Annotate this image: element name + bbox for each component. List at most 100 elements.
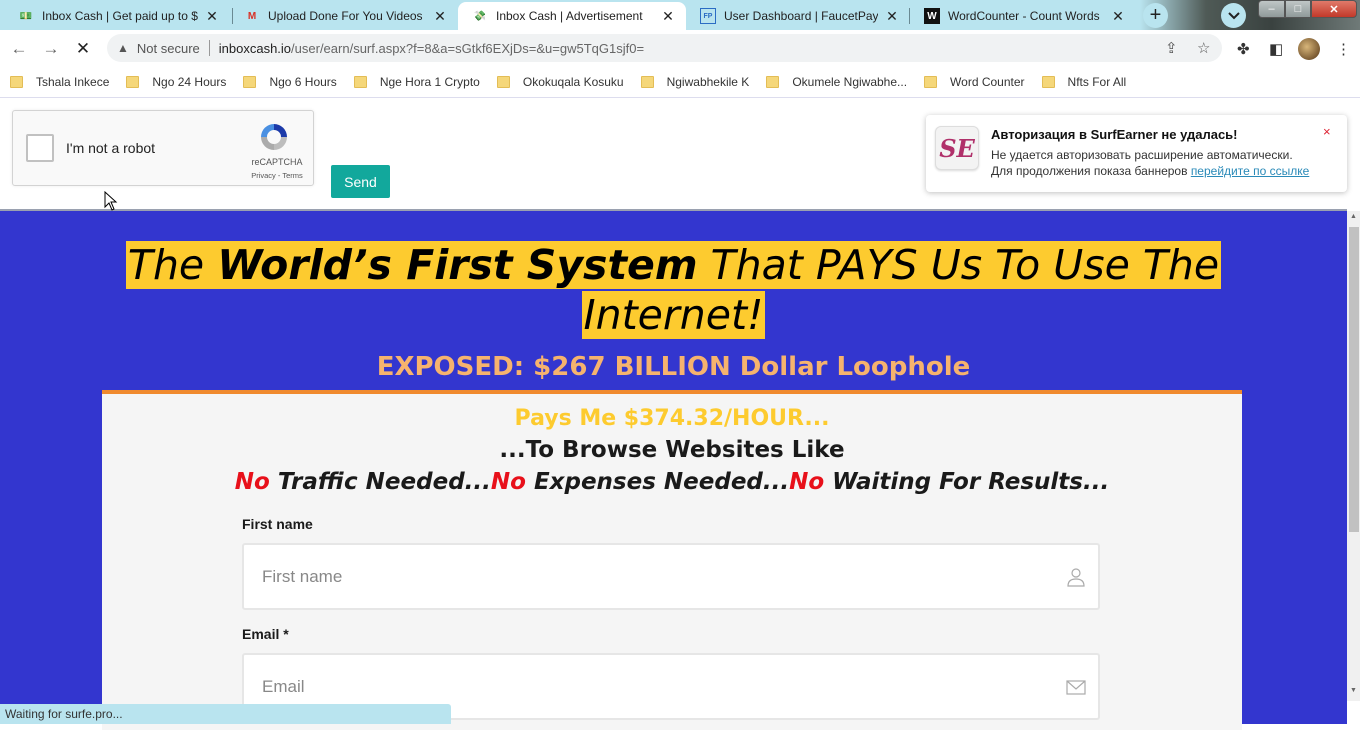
tab-title: Inbox Cash | Get paid up to $0 — [42, 9, 198, 23]
signup-card: Pays Me $374.32/HOUR... ...To Browse Web… — [102, 390, 1242, 730]
bookmark-label: Tshala Inkece — [36, 74, 110, 89]
bookmark-star-icon[interactable]: ☆ — [1197, 39, 1210, 57]
tab-title: User Dashboard | FaucetPay — [724, 9, 878, 23]
landing-page: The World’s First System That PAYS Us To… — [0, 209, 1347, 730]
bookmark-label: Ngo 24 Hours — [152, 74, 227, 89]
window-close-button[interactable]: ✕ — [1311, 0, 1357, 18]
recaptcha-label: I'm not a robot — [66, 140, 156, 156]
recaptcha-widget: I'm not a robot reCAPTCHA Privacy - Term… — [12, 110, 314, 186]
tab-inbox-cash-advertisement[interactable]: 💸 Inbox Cash | Advertisement ✕ — [458, 2, 686, 30]
surfearner-logo-icon: SE — [935, 126, 979, 170]
bookmark-label: Nge Hora 1 Crypto — [379, 74, 480, 89]
side-panel-icon[interactable]: ◧ — [1269, 40, 1283, 58]
scroll-down-arrow-icon[interactable]: ▼ — [1347, 687, 1360, 699]
page-scrollbar[interactable]: ▲ ▼ — [1347, 211, 1360, 701]
close-tab-icon[interactable]: ✕ — [204, 8, 220, 24]
tab-strip: 💵 Inbox Cash | Get paid up to $0 ✕ M Upl… — [0, 0, 1360, 30]
folder-icon — [243, 75, 257, 88]
tab-title: Upload Done For You Videos = — [268, 9, 426, 23]
warning-icon[interactable]: ▲ — [117, 41, 129, 55]
mouse-cursor-icon — [104, 191, 118, 211]
recaptcha-checkbox[interactable] — [26, 134, 54, 162]
browser-toolbar: ← → ✕ ▲ Not secure inboxcash.io /user/ea… — [0, 30, 1360, 66]
status-bar: Waiting for surfe.pro... — [0, 704, 451, 724]
gmail-icon: M — [247, 10, 257, 22]
tab-inbox-cash-get-paid[interactable]: 💵 Inbox Cash | Get paid up to $0 ✕ — [4, 2, 230, 30]
close-tab-icon[interactable]: ✕ — [432, 8, 448, 24]
wordcounter-icon: W — [924, 8, 940, 24]
first-name-input[interactable]: First name — [242, 543, 1100, 610]
pays-headline: Pays Me $374.32/HOUR... — [514, 406, 830, 431]
bookmark-folder[interactable]: Okokuqala Kosuku — [496, 74, 624, 89]
bookmark-folder[interactable]: Tshala Inkece — [10, 75, 109, 89]
send-button[interactable]: Send — [331, 165, 390, 198]
tab-faucetpay-dashboard[interactable]: FP User Dashboard | FaucetPay ✕ — [686, 2, 910, 30]
forward-button[interactable]: → — [40, 38, 62, 60]
tab-wordcounter[interactable]: W WordCounter - Count Words ✕ — [910, 2, 1136, 30]
bookmark-folder[interactable]: Word Counter — [924, 75, 1025, 89]
notification-text: Для продолжения показа баннеров — [991, 164, 1191, 178]
folder-icon — [353, 75, 367, 88]
tab-search-button[interactable] — [1221, 3, 1246, 28]
scroll-thumb[interactable] — [1349, 227, 1359, 532]
new-tab-button[interactable]: + — [1143, 3, 1168, 28]
bookmark-folder[interactable]: Ngo 6 Hours — [243, 74, 337, 89]
bookmark-folder[interactable]: Ngiwabhekile K — [640, 74, 750, 89]
bookmark-folder[interactable]: Okumele Ngiwabhe... — [766, 75, 907, 89]
tab-upload-done-for-you[interactable]: M Upload Done For You Videos = ✕ — [230, 2, 458, 30]
url-path: /user/earn/surf.aspx?f=8&a=sGtkf6EXjDs=&… — [291, 40, 645, 56]
headline-text: That PAYS Us To Use The — [697, 241, 1220, 289]
email-placeholder: Email — [262, 676, 305, 696]
requirement-text: Waiting For Results... — [824, 469, 1110, 495]
chevron-down-icon — [1227, 11, 1240, 19]
bookmarks-bar: Tshala Inkece Ngo 24 Hours Ngo 6 Hours N… — [0, 66, 1360, 98]
surfearner-notification: SE Авторизация в SurfEarner не удалась! … — [926, 115, 1347, 192]
browse-headline: ...To Browse Websites Like — [499, 437, 845, 463]
scroll-up-arrow-icon[interactable]: ▲ — [1347, 213, 1360, 225]
profile-avatar[interactable] — [1298, 38, 1320, 60]
folder-icon — [640, 75, 654, 88]
bookmark-folder[interactable]: Ngo 24 Hours — [126, 75, 226, 89]
faucetpay-icon: FP — [700, 8, 716, 24]
no-word: No — [490, 469, 526, 495]
bookmark-label: Ngiwabhekile K — [666, 74, 750, 89]
folder-icon — [924, 75, 938, 88]
security-label[interactable]: Not secure — [137, 41, 200, 56]
exposed-subheadline: EXPOSED: $267 BILLION Dollar Loophole — [376, 352, 971, 382]
close-notification-icon[interactable]: × — [1323, 124, 1331, 139]
envelope-icon — [1066, 680, 1086, 695]
page-headline: The World’s First System That PAYS Us To… — [0, 240, 1347, 340]
stop-loading-button[interactable]: ✕ — [72, 38, 94, 60]
first-name-label: First name — [242, 516, 313, 532]
requirement-text: Expenses Needed... — [525, 469, 790, 495]
minimize-button[interactable]: – — [1258, 0, 1285, 18]
address-bar[interactable]: ▲ Not secure inboxcash.io /user/earn/sur… — [107, 34, 1222, 62]
headline-line-2: Internet! — [581, 291, 766, 339]
back-button[interactable]: ← — [8, 38, 30, 60]
extensions-puzzle-icon[interactable]: ✤ — [1237, 40, 1250, 58]
recaptcha-logo-icon — [261, 124, 287, 150]
notification-message: Не удается авторизовать расширение автом… — [991, 148, 1293, 162]
bookmark-label: Ngo 6 Hours — [269, 74, 337, 89]
bookmark-label: Okokuqala Kosuku — [522, 74, 624, 89]
folder-icon — [10, 75, 23, 88]
close-tab-icon[interactable]: ✕ — [660, 8, 676, 24]
maximize-button[interactable]: □ — [1285, 0, 1311, 18]
tab-title: WordCounter - Count Words — [948, 9, 1100, 23]
bookmark-folder[interactable]: Nfts For All — [1041, 75, 1126, 89]
requirement-text: Traffic Needed... — [269, 469, 491, 495]
no-requirements-line: No Traffic Needed...No Expenses Needed..… — [102, 469, 1242, 495]
user-icon — [1067, 568, 1085, 587]
close-tab-icon[interactable]: ✕ — [1110, 8, 1126, 24]
close-tab-icon[interactable]: ✕ — [884, 8, 900, 24]
bookmark-label: Okumele Ngiwabhe... — [792, 74, 908, 89]
no-word: No — [234, 469, 270, 495]
recaptcha-legal-links[interactable]: Privacy - Terms — [245, 171, 309, 180]
headline-bold-text: World’s First System — [217, 241, 698, 289]
notification-title: Авторизация в SurfEarner не удалась! — [991, 127, 1238, 142]
menu-kebab-icon[interactable]: ⋮ — [1336, 40, 1351, 58]
bookmark-folder[interactable]: Nge Hora 1 Crypto — [353, 74, 480, 89]
recaptcha-brand: reCAPTCHA — [251, 157, 303, 167]
notification-link[interactable]: перейдите по ссылке — [1191, 164, 1310, 178]
share-icon[interactable]: ⇪ — [1165, 39, 1178, 57]
